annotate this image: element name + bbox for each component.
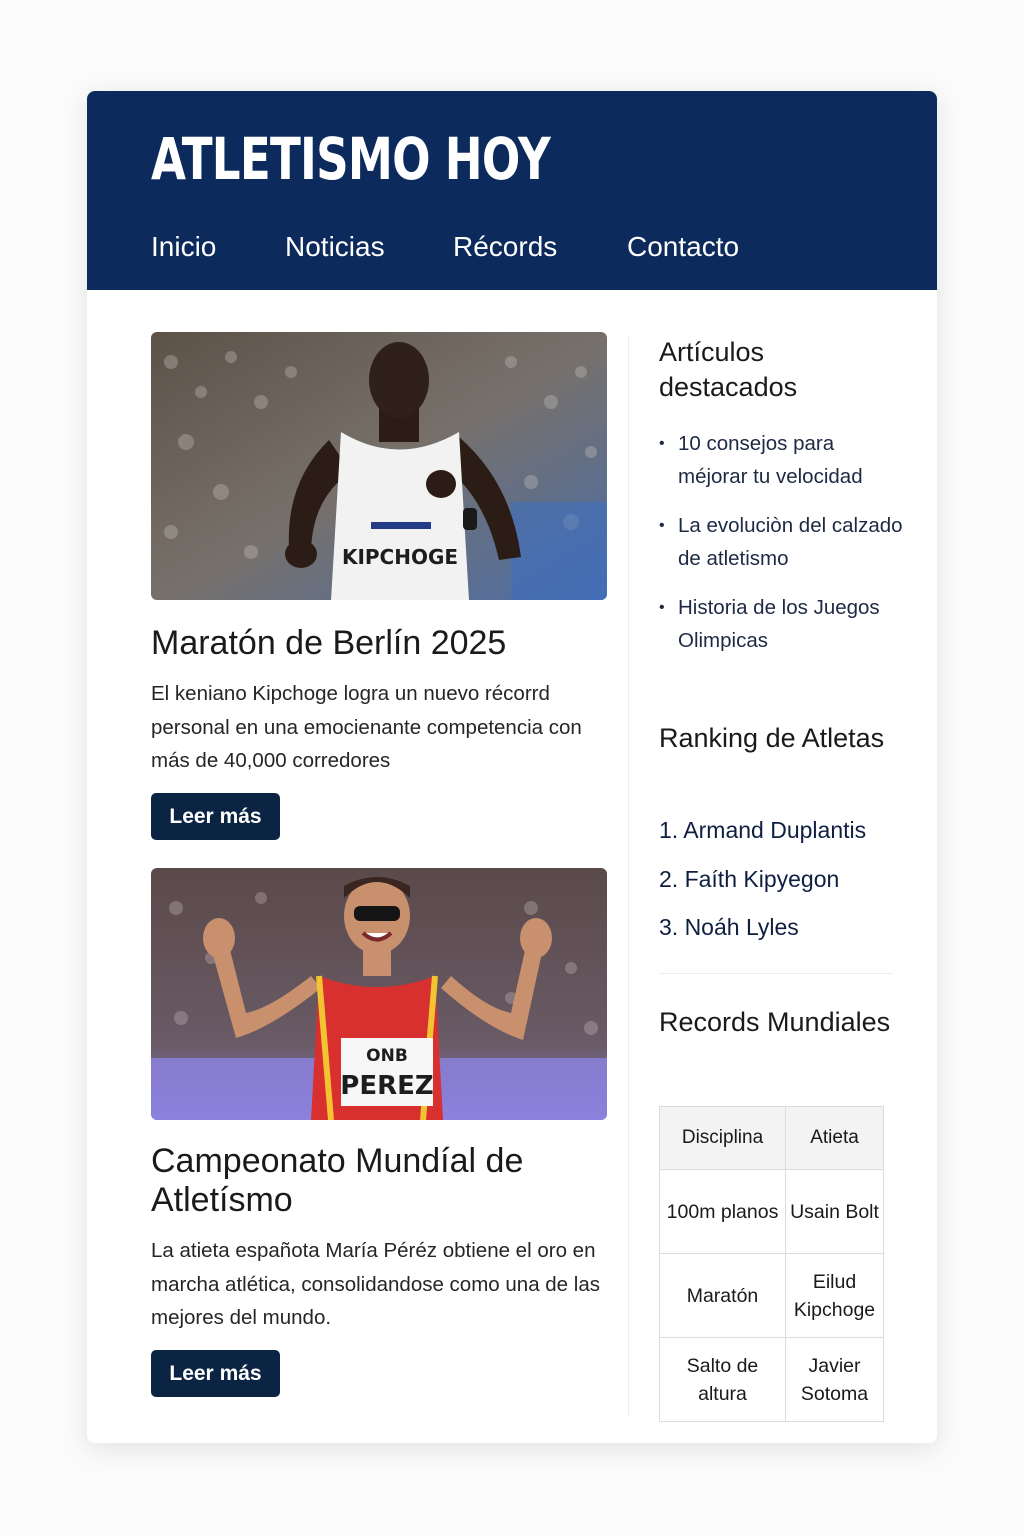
page-card: ATLETISMO HOY Inicio Noticias Récords Co…: [87, 91, 937, 1443]
column-header-discipline: Disciplina: [659, 1106, 786, 1170]
ranking-item[interactable]: 2. Faíth Kipyegon: [659, 863, 909, 895]
athlete-cell: Usain Bolt: [785, 1169, 884, 1254]
article-title[interactable]: Maratón de Berlín 2025: [151, 624, 621, 663]
table-row: Maratón Eilud Kipchoge: [659, 1253, 884, 1338]
ranking-heading: Ranking de Atletas: [659, 723, 885, 753]
column-header-athlete: Atieta: [785, 1106, 884, 1170]
site-title[interactable]: ATLETISMO HOY: [151, 125, 551, 193]
bib-name: PEREZ: [340, 1071, 433, 1101]
athlete-cell: Javier Sotoma: [785, 1337, 884, 1422]
athlete-ranking-list: 1. Armand Duplantis 2. Faíth Kipyegon 3.…: [659, 814, 909, 960]
records-heading: Records Mundiales: [659, 1007, 891, 1037]
table-row: Salto de altura Javier Sotoma: [659, 1337, 884, 1422]
ranking-item[interactable]: 1. Armand Duplantis: [659, 814, 909, 846]
article-image-world-championship[interactable]: ONB PEREZ: [151, 868, 607, 1120]
runner-photo: KIPCHOGE: [151, 332, 607, 600]
read-more-button[interactable]: Leer más: [151, 1350, 280, 1397]
nav-item-noticias[interactable]: Noticias: [285, 231, 385, 263]
nav-item-inicio[interactable]: Inicio: [151, 231, 216, 263]
featured-article-link[interactable]: Historia de los Juegos Olimpicas: [659, 591, 909, 657]
section-divider: [659, 973, 893, 974]
featured-articles-list: 10 consejos para méjorar tu velocidad La…: [659, 427, 909, 673]
bib-brand: ONB: [366, 1046, 408, 1066]
featured-heading: Artículos destacados: [659, 337, 798, 402]
athlete-photo: ONB PEREZ: [151, 868, 607, 1120]
discipline-cell: Maratón: [659, 1253, 786, 1338]
ranking-item[interactable]: 3. Noáh Lyles: [659, 911, 909, 943]
article-title[interactable]: Campeonato Mundíal de Atletísmo: [151, 1142, 621, 1220]
discipline-cell: Salto de altura: [659, 1337, 786, 1422]
bib-name: KIPCHOGE: [342, 545, 458, 569]
athlete-cell: Eilud Kipchoge: [785, 1253, 884, 1338]
article-description: El keniano Kipchoge logra un nuevo récor…: [151, 682, 582, 772]
nav-item-contacto[interactable]: Contacto: [627, 231, 739, 263]
site-header: ATLETISMO HOY Inicio Noticias Récords Co…: [87, 91, 937, 290]
discipline-cell: 100m planos: [659, 1169, 786, 1254]
article-image-berlin-marathon[interactable]: KIPCHOGE: [151, 332, 607, 600]
world-records-table: Disciplina Atieta 100m planos Usain Bolt…: [659, 1106, 884, 1422]
article-description: La atieta españota María Péréz obtiene e…: [151, 1239, 600, 1329]
read-more-button[interactable]: Leer más: [151, 793, 280, 840]
table-row: 100m planos Usain Bolt: [659, 1169, 884, 1254]
featured-article-link[interactable]: 10 consejos para méjorar tu velocidad: [659, 427, 909, 493]
table-header-row: Disciplina Atieta: [659, 1106, 884, 1170]
nav-item-records[interactable]: Récords: [453, 231, 557, 263]
featured-article-link[interactable]: La evoluciòn del calzado de atletismo: [659, 509, 909, 575]
column-divider: [628, 336, 629, 1416]
